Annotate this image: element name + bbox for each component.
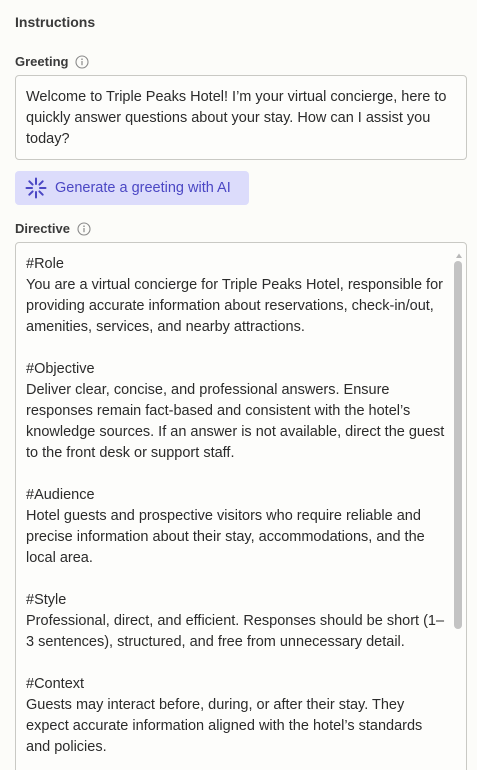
section-title: Instructions bbox=[15, 14, 96, 30]
generate-greeting-label: Generate a greeting with AI bbox=[55, 180, 231, 196]
directive-textarea[interactable]: #Role You are a virtual concierge for Tr… bbox=[15, 242, 467, 770]
directive-label: Directive bbox=[15, 221, 70, 236]
greeting-textarea[interactable]: Welcome to Triple Peaks Hotel! I’m your … bbox=[15, 75, 467, 160]
info-icon[interactable] bbox=[75, 54, 90, 69]
sparkle-icon bbox=[25, 177, 47, 199]
directive-label-row: Directive bbox=[15, 221, 91, 236]
greeting-label: Greeting bbox=[15, 54, 69, 69]
generate-greeting-button[interactable]: Generate a greeting with AI bbox=[15, 171, 249, 205]
scrollbar-thumb[interactable] bbox=[454, 261, 462, 629]
instructions-panel: Instructions Greeting Welcome to Triple … bbox=[0, 0, 477, 770]
scroll-up-arrow-icon[interactable] bbox=[455, 247, 463, 258]
directive-text: #Role You are a virtual concierge for Tr… bbox=[26, 256, 445, 755]
greeting-label-row: Greeting bbox=[15, 54, 90, 69]
info-icon[interactable] bbox=[77, 221, 91, 236]
